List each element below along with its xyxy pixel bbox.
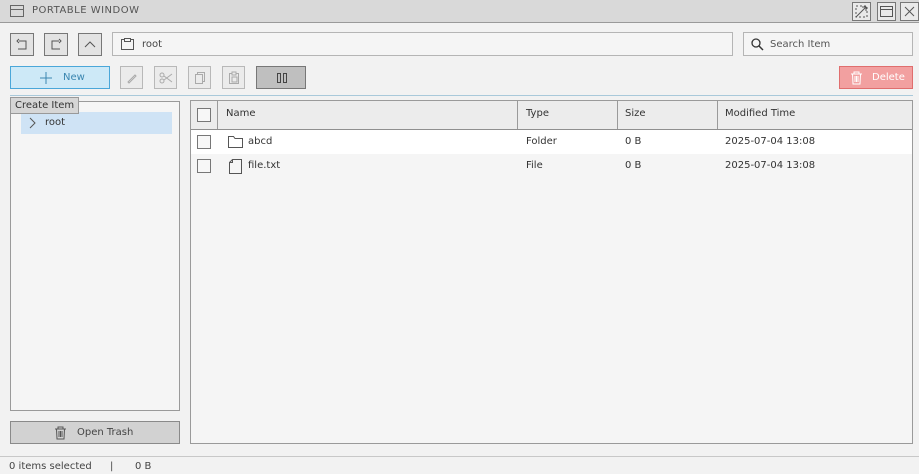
row-name: file.txt — [248, 160, 281, 171]
back-button[interactable] — [10, 33, 34, 56]
chevron-right-icon — [29, 117, 36, 129]
search-box[interactable] — [743, 32, 913, 56]
path-text: root — [142, 39, 163, 50]
row-modified: 2025-07-04 13:08 — [725, 136, 816, 147]
select-all-checkbox[interactable] — [197, 108, 211, 122]
list-header: Name Type Size Modified Time — [191, 101, 912, 130]
clipboard-icon — [229, 71, 239, 84]
row-type: File — [526, 160, 543, 171]
folder-tree: root — [10, 101, 180, 411]
delete-button[interactable]: Delete — [839, 66, 913, 89]
folder-icon — [228, 136, 243, 148]
open-trash-label: Open Trash — [77, 427, 134, 438]
column-divider — [717, 101, 718, 129]
column-header-size[interactable]: Size — [625, 108, 646, 119]
table-row[interactable]: file.txt File 0 B 2025-07-04 13:08 — [191, 154, 912, 178]
trash-icon — [851, 71, 862, 85]
paste-button[interactable] — [222, 66, 245, 89]
row-type: Folder — [526, 136, 557, 147]
file-list: Name Type Size Modified Time abcd Folder… — [190, 100, 913, 444]
view-toggle-button[interactable] — [256, 66, 306, 89]
maximize-icon — [880, 6, 893, 17]
row-size: 0 B — [625, 160, 642, 171]
plus-icon — [40, 72, 52, 84]
cut-button[interactable] — [154, 66, 177, 89]
tree-item-label: root — [45, 117, 66, 128]
path-bar[interactable]: root — [112, 32, 733, 56]
column-header-type[interactable]: Type — [526, 108, 549, 119]
status-divider: | — [110, 461, 114, 472]
open-trash-button[interactable]: Open Trash — [10, 421, 180, 444]
undo-icon — [16, 38, 27, 50]
columns-icon — [277, 73, 287, 83]
forward-button[interactable] — [44, 33, 68, 56]
row-modified: 2025-07-04 13:08 — [725, 160, 816, 171]
selection-size: 0 B — [135, 461, 152, 472]
search-icon — [751, 38, 764, 51]
column-divider — [617, 101, 618, 129]
window-icon — [10, 5, 24, 17]
row-size: 0 B — [625, 136, 642, 147]
column-header-modified[interactable]: Modified Time — [725, 108, 795, 119]
trash-icon — [55, 426, 66, 440]
close-icon — [904, 6, 915, 17]
pencil-icon — [127, 74, 137, 84]
tree-item-root[interactable]: root — [21, 112, 172, 134]
toolbar-divider — [10, 95, 913, 96]
column-header-name[interactable]: Name — [226, 108, 256, 119]
row-checkbox[interactable] — [197, 159, 211, 173]
file-icon — [229, 159, 242, 174]
up-button[interactable] — [78, 33, 102, 56]
new-button[interactable]: New — [10, 66, 110, 89]
maximize-button[interactable] — [877, 2, 896, 21]
tooltip: Create Item — [10, 97, 80, 114]
window-title: PORTABLE WINDOW — [32, 5, 140, 16]
delete-button-label: Delete — [872, 72, 905, 83]
column-divider — [217, 101, 218, 129]
row-name: abcd — [248, 136, 273, 147]
fullscreen-icon — [855, 5, 868, 18]
column-divider — [517, 101, 518, 129]
table-row[interactable]: abcd Folder 0 B 2025-07-04 13:08 — [191, 130, 912, 154]
close-button[interactable] — [900, 2, 919, 21]
chevron-up-icon — [84, 41, 96, 48]
drive-icon — [121, 38, 134, 50]
row-checkbox[interactable] — [197, 135, 211, 149]
title-bar: PORTABLE WINDOW — [0, 0, 919, 23]
rename-button[interactable] — [120, 66, 143, 89]
copy-button[interactable] — [188, 66, 211, 89]
new-button-label: New — [63, 72, 85, 83]
search-input[interactable] — [770, 36, 906, 52]
copy-icon — [195, 72, 205, 84]
selection-count: 0 items selected — [9, 461, 92, 472]
redo-icon — [51, 38, 62, 50]
fullscreen-button[interactable] — [852, 2, 871, 21]
scissors-icon — [159, 72, 173, 84]
status-bar: 0 items selected | 0 B — [0, 456, 919, 474]
